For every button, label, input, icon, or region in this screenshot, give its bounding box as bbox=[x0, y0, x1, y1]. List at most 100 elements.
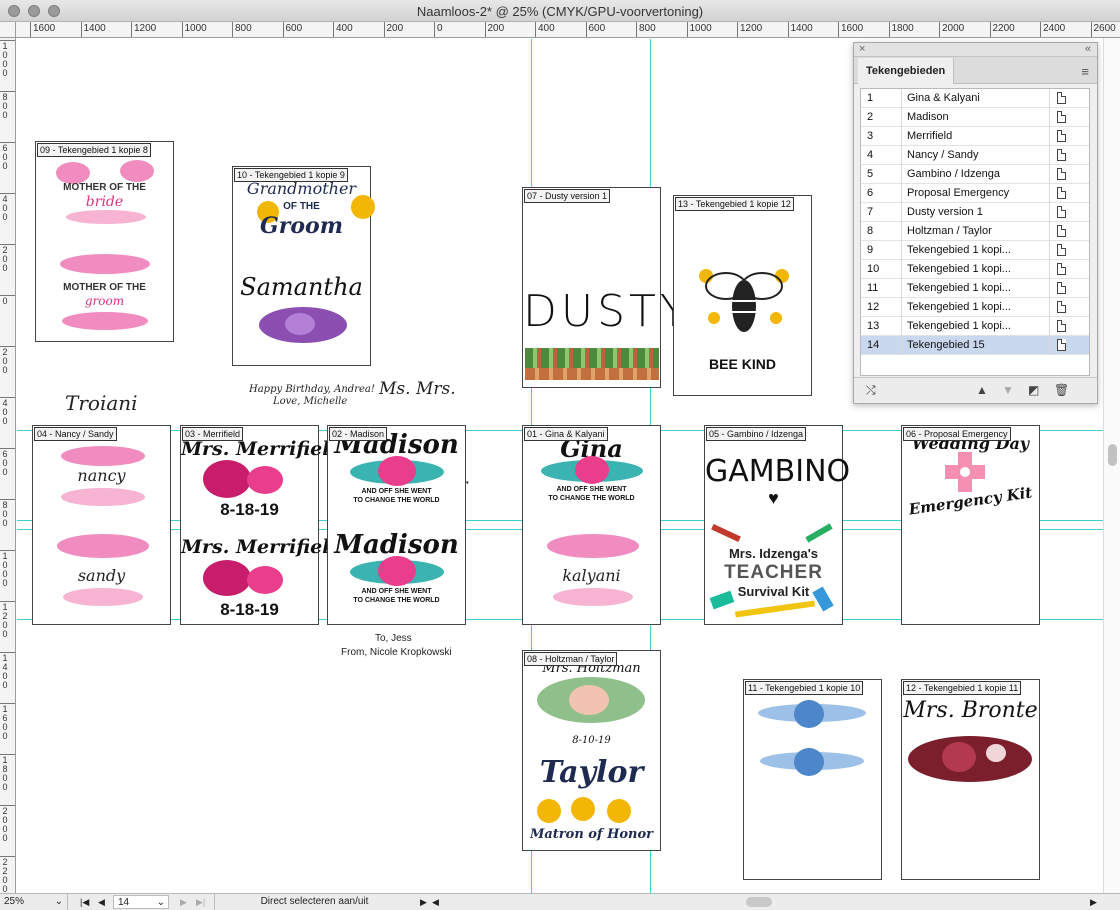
illustrator-window: Naamloos-2* @ 25% (CMYK/GPU-voorvertonin… bbox=[0, 0, 1120, 910]
artboard-row-name[interactable]: Tekengebied 15 bbox=[907, 339, 985, 351]
trash-icon[interactable]: 🗑 bbox=[1054, 383, 1069, 397]
artboard-options-icon[interactable] bbox=[1057, 339, 1066, 351]
artboard-row-name[interactable]: Dusty version 1 bbox=[907, 206, 983, 218]
artboard-row[interactable]: 12 Tekengebied 1 kopi... bbox=[861, 298, 1089, 317]
ruler-tick-label: 1400 bbox=[2, 653, 8, 690]
ruler-tick-label: 600 bbox=[588, 23, 606, 34]
artboard-list[interactable]: 1 Gina & Kalyani 2 Madison 3 Merrifield 4 Nancy… bbox=[860, 88, 1090, 376]
close-panel-icon[interactable]: × bbox=[859, 43, 865, 55]
artboard-row-name[interactable]: Merrifield bbox=[907, 130, 952, 142]
tool-status[interactable]: Direct selecteren aan/uit bbox=[214, 894, 414, 910]
artboard-13[interactable]: 13 - Tekengebied 1 kopie 12 BEE KIND bbox=[673, 195, 812, 396]
artboard-row[interactable]: 10 Tekengebied 1 kopi... bbox=[861, 260, 1089, 279]
artboard-options-icon[interactable] bbox=[1057, 187, 1066, 199]
new-artboard-icon[interactable]: ◩ bbox=[1028, 383, 1039, 397]
artboard-row[interactable]: 2 Madison bbox=[861, 108, 1089, 127]
column-divider bbox=[1049, 165, 1050, 184]
artboard-row[interactable]: 8 Holtzman / Taylor bbox=[861, 222, 1089, 241]
scroll-right-icon[interactable]: ▶ bbox=[1090, 894, 1097, 910]
artboard-options-icon[interactable] bbox=[1057, 111, 1066, 123]
artboard-row-name[interactable]: Tekengebied 1 kopi... bbox=[907, 301, 1011, 313]
first-artboard-icon[interactable]: |◀ bbox=[80, 894, 89, 910]
artboard-number-field[interactable]: 14 ⌄ bbox=[113, 895, 169, 909]
column-divider bbox=[901, 89, 902, 108]
artboard-options-icon[interactable] bbox=[1057, 206, 1066, 218]
artboard-row-name[interactable]: Madison bbox=[907, 111, 949, 123]
artboard-row-name[interactable]: Gina & Kalyani bbox=[907, 92, 980, 104]
collapse-panel-icon[interactable]: « bbox=[1085, 43, 1091, 55]
loose-text-troiani[interactable]: Troiani bbox=[65, 391, 138, 415]
artboard-row-name[interactable]: Gambino / Idzenga bbox=[907, 168, 1000, 180]
artboard-options-icon[interactable] bbox=[1057, 225, 1066, 237]
loose-text-msmrs[interactable]: Ms. Mrs. bbox=[379, 379, 456, 399]
artboard-row-name[interactable]: Nancy / Sandy bbox=[907, 149, 979, 161]
column-divider bbox=[1049, 89, 1050, 108]
status-menu-arrow-icon[interactable]: ▶ bbox=[420, 894, 427, 910]
loose-text-from-nicole[interactable]: From, Nicole Kropkowski bbox=[341, 647, 452, 658]
artboard-options-icon[interactable] bbox=[1057, 149, 1066, 161]
tab-tekengebieden[interactable]: Tekengebieden bbox=[858, 58, 955, 84]
artboard-options-icon[interactable] bbox=[1057, 244, 1066, 256]
artboard-row[interactable]: 6 Proposal Emergency bbox=[861, 184, 1089, 203]
move-up-icon[interactable]: ▲ bbox=[976, 383, 988, 397]
artboard-10[interactable]: 10 - Tekengebied 1 kopie 9 Grandmother O… bbox=[232, 166, 375, 366]
artboard-label: 13 - Tekengebied 1 kopie 12 bbox=[675, 197, 794, 211]
loose-text-to-jess[interactable]: To, Jess bbox=[375, 633, 412, 644]
artboard-05[interactable]: 05 - Gambino / Idzenga Mrs. GAMBINO ♥ Mr… bbox=[704, 425, 850, 625]
hamburger-icon[interactable]: ≡ bbox=[1081, 64, 1089, 79]
artboard-row[interactable]: 3 Merrifield bbox=[861, 127, 1089, 146]
artboard-row[interactable]: 9 Tekengebied 1 kopi... bbox=[861, 241, 1089, 260]
artboard-options-icon[interactable] bbox=[1057, 92, 1066, 104]
artboard-12[interactable]: 12 - Tekengebied 1 kopie 11 Mrs. Bronte bbox=[901, 679, 1040, 880]
horizontal-ruler[interactable]: 1600 1400 1200 1000 800 600 400 200 0 200 400 600 80… bbox=[16, 22, 1120, 38]
loose-text-birthday[interactable]: Happy Birthday, Andrea! bbox=[249, 384, 375, 395]
previous-artboard-icon[interactable]: ◀ bbox=[98, 894, 105, 910]
artboard-row-name[interactable]: Tekengebied 1 kopi... bbox=[907, 263, 1011, 275]
artboard-row[interactable]: 7 Dusty version 1 bbox=[861, 203, 1089, 222]
ruler-tick-label: 1000 bbox=[2, 41, 8, 78]
artboard-01[interactable]: 01 - Gina & Kalyani Gina AND OFF SHE WEN… bbox=[522, 425, 661, 625]
vertical-ruler[interactable]: 1000 800 600 400 200 0 200 400 600 800 1000 1200 140… bbox=[0, 38, 16, 893]
artboard-row[interactable]: 5 Gambino / Idzenga bbox=[861, 165, 1089, 184]
artboard-row-name[interactable]: Tekengebied 1 kopi... bbox=[907, 320, 1011, 332]
artboards-panel: × « Tekengebieden ≡ 1 Gina & Kalyani 2 Madi… bbox=[853, 42, 1098, 404]
artboard-02[interactable]: 02 - Madison Madison AND OFF SHE WENT TO… bbox=[327, 425, 466, 625]
zoom-dropdown[interactable]: 25% ⌄ bbox=[4, 894, 68, 910]
ruler-tick-label: 400 bbox=[2, 398, 8, 426]
artboard-options-icon[interactable] bbox=[1057, 168, 1066, 180]
artboard-11[interactable]: 11 - Tekengebied 1 kopie 10 bbox=[743, 679, 882, 880]
horizontal-scroll-thumb[interactable] bbox=[746, 897, 772, 907]
artboard-options-icon[interactable] bbox=[1057, 263, 1066, 275]
artboard-row[interactable]: 1 Gina & Kalyani bbox=[861, 89, 1089, 108]
ruler-tick: 200 bbox=[0, 244, 15, 294]
ruler-tick: 1000 bbox=[181, 22, 207, 37]
ruler-tick-label: 0 bbox=[2, 296, 8, 306]
vertical-scrollbar[interactable] bbox=[1103, 38, 1120, 893]
artboard-options-icon[interactable] bbox=[1057, 130, 1066, 142]
artboard-row-name[interactable]: Proposal Emergency bbox=[907, 187, 1009, 199]
artboard-08[interactable]: 08 - Holtzman / Taylor Mrs. Holtzman 8-1… bbox=[522, 650, 661, 851]
artboard-09[interactable]: 09 - Tekengebied 1 kopie 8 MOTHER OF THE… bbox=[35, 141, 174, 342]
vertical-scroll-thumb[interactable] bbox=[1108, 444, 1117, 466]
artboard-04[interactable]: 04 - Nancy / Sandy nancy sandy bbox=[32, 425, 171, 625]
artboard-row-name[interactable]: Tekengebied 1 kopi... bbox=[907, 244, 1011, 256]
artboard-03[interactable]: 03 - Merrifield Mrs. Merrifield 8-18-19 … bbox=[180, 425, 343, 625]
artboard-options-icon[interactable] bbox=[1057, 320, 1066, 332]
loose-text-love[interactable]: Love, Michelle bbox=[273, 396, 347, 407]
artboard-06[interactable]: 06 - Proposal Emergency Wedding Day Emer… bbox=[901, 425, 1040, 625]
artboard-label: 11 - Tekengebied 1 kopie 10 bbox=[745, 681, 864, 695]
ruler-tick: 0 bbox=[0, 295, 15, 345]
artboard-row-name[interactable]: Holtzman / Taylor bbox=[907, 225, 992, 237]
artboard-options-icon[interactable] bbox=[1057, 301, 1066, 313]
artboard-row[interactable]: 11 Tekengebied 1 kopi... bbox=[861, 279, 1089, 298]
artboard-options-icon[interactable] bbox=[1057, 282, 1066, 294]
ruler-tick: 2000 bbox=[939, 22, 964, 37]
scroll-left-icon[interactable]: ◀ bbox=[432, 894, 439, 910]
artboard-row[interactable]: 4 Nancy / Sandy bbox=[861, 146, 1089, 165]
artboard-row[interactable]: 13 Tekengebied 1 kopi... bbox=[861, 317, 1089, 336]
artboard-row[interactable]: 14 Tekengebied 15 bbox=[861, 336, 1089, 355]
ruler-origin[interactable] bbox=[0, 22, 16, 38]
artboard-07[interactable]: 07 - Dusty version 1 DUSTY bbox=[522, 187, 687, 388]
artboard-row-name[interactable]: Tekengebied 1 kopi... bbox=[907, 282, 1011, 294]
rearrange-artboards-icon[interactable]: ⤭ bbox=[866, 383, 876, 398]
